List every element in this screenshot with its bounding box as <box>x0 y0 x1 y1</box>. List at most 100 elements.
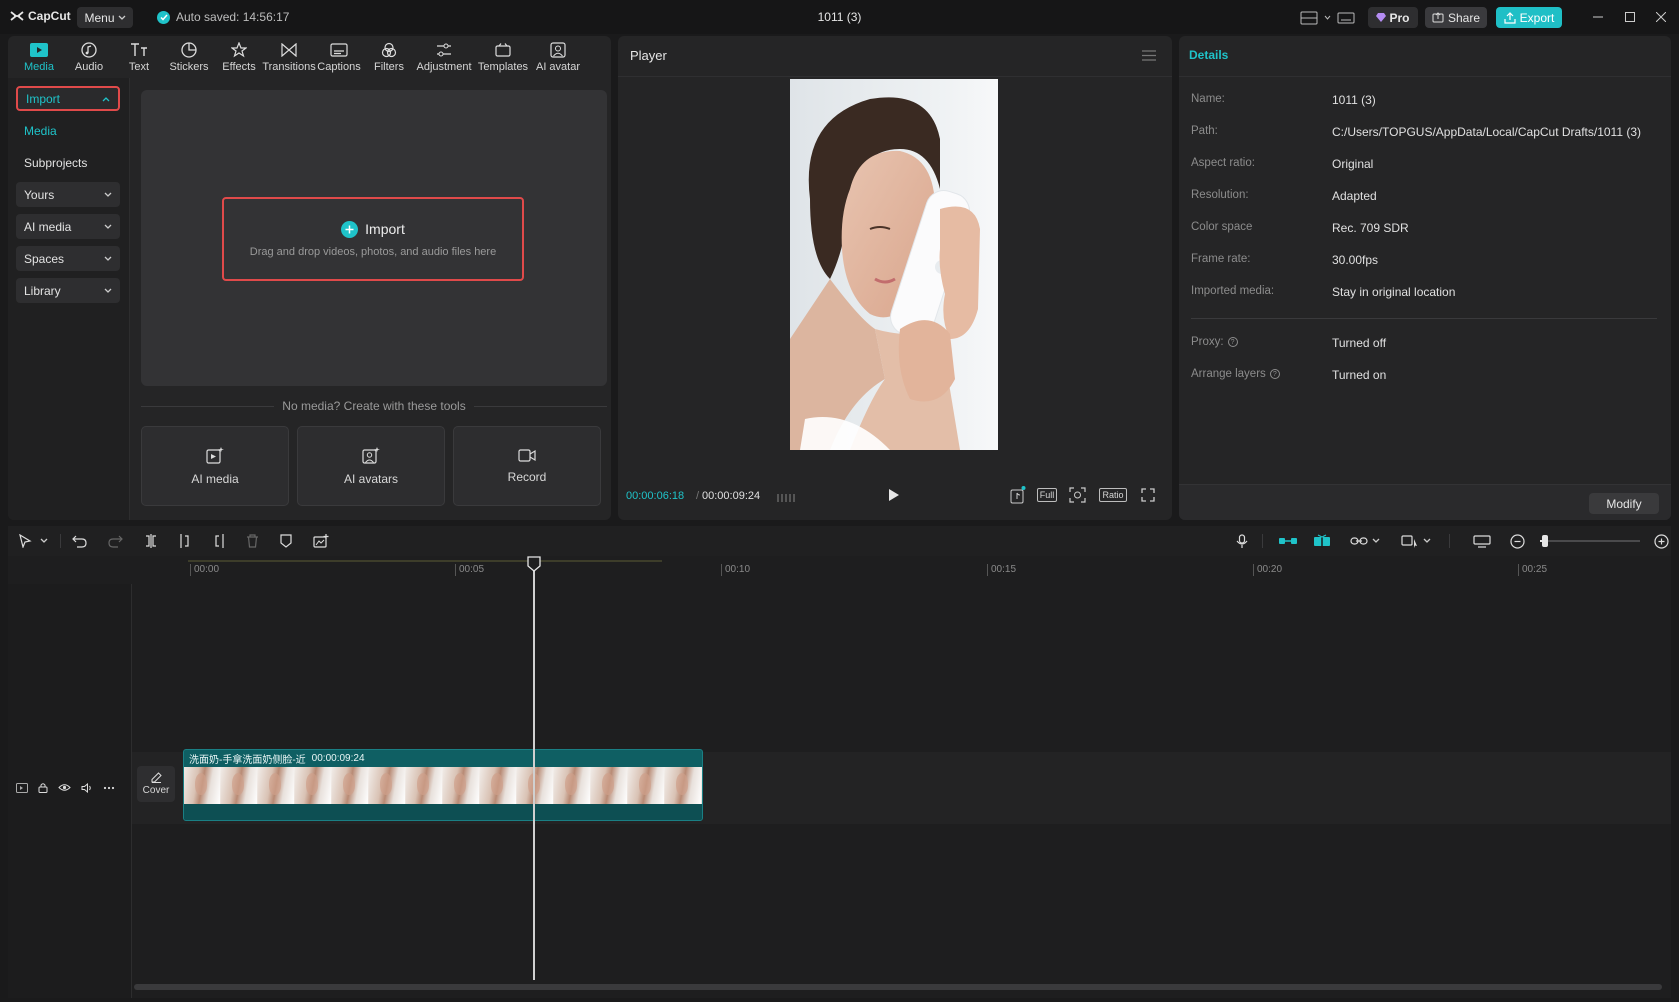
tab-adjustment[interactable]: Adjustment <box>414 36 474 78</box>
tab-templates[interactable]: Templates <box>474 36 532 78</box>
sidebar-item-media[interactable]: Media <box>16 118 120 143</box>
split-right-button[interactable] <box>212 533 226 549</box>
ai-avatars-card[interactable]: AI avatars <box>297 426 445 506</box>
volume-icon[interactable] <box>81 782 93 793</box>
playhead[interactable] <box>533 560 535 980</box>
layout-icon[interactable] <box>1300 11 1318 25</box>
layout-controls[interactable] <box>1300 7 1355 28</box>
split-left-button[interactable] <box>178 533 192 549</box>
details-title: Details <box>1189 48 1229 62</box>
tab-ai-avatar[interactable]: AI avatar <box>532 36 584 78</box>
share-icon <box>1432 12 1444 23</box>
play-icon <box>889 489 899 501</box>
modify-button[interactable]: Modify <box>1589 493 1659 514</box>
chevron-down-icon <box>118 15 125 20</box>
timeline-scrollbar[interactable] <box>134 984 1662 990</box>
preview-axis-button[interactable] <box>1401 533 1431 549</box>
clip-thumbnail <box>221 767 258 805</box>
check-icon <box>157 10 170 24</box>
main-track-magnet-button[interactable] <box>1278 533 1298 549</box>
tab-captions[interactable]: Captions <box>314 36 364 78</box>
playhead-handle[interactable] <box>527 556 541 572</box>
more-icon[interactable] <box>103 786 115 790</box>
sidebar-item-label: Media <box>24 123 57 138</box>
tab-transitions[interactable]: Transitions <box>262 36 316 78</box>
eye-icon[interactable] <box>58 783 71 792</box>
import-drop-zone[interactable]: Import Drag and drop videos, photos, and… <box>141 90 607 386</box>
ratio-button[interactable]: Ratio <box>1098 486 1128 504</box>
video-clip[interactable]: 洗面奶-手拿洗面奶侧脸-近 00:00:09:24 <box>183 749 703 821</box>
chevron-up-icon <box>102 96 110 101</box>
tab-label: Transitions <box>262 61 316 73</box>
tab-filters[interactable]: Filters <box>364 36 414 78</box>
tab-audio[interactable]: Audio <box>64 36 114 78</box>
clip-thumbnail <box>184 767 221 805</box>
sidebar-item-spaces[interactable]: Spaces <box>16 246 120 271</box>
detail-label: Resolution: <box>1191 189 1249 201</box>
chevron-down-icon <box>104 288 112 293</box>
import-button[interactable]: Import Drag and drop videos, photos, and… <box>222 197 524 281</box>
zoom-slider[interactable] <box>1540 535 1640 547</box>
record-label: Record <box>507 469 547 484</box>
captions-icon <box>330 42 348 58</box>
ruler-tick: 00:00 <box>190 564 219 576</box>
pro-button[interactable]: Pro <box>1368 7 1418 28</box>
linkage-button[interactable] <box>1350 533 1380 549</box>
keyboard-icon[interactable] <box>1337 11 1355 25</box>
autosave-text: Auto saved: 14:56:17 <box>176 10 290 24</box>
waveform-toggle-icon[interactable] <box>776 492 796 504</box>
detail-value: 1011 (3) <box>1332 93 1376 107</box>
export-button[interactable]: Export <box>1496 7 1562 28</box>
add-media-button[interactable] <box>313 533 329 549</box>
maximize-button[interactable] <box>1621 8 1639 26</box>
undo-button[interactable] <box>72 533 87 549</box>
marker-button[interactable] <box>280 533 292 549</box>
detail-label: Path: <box>1191 125 1218 137</box>
cover-button[interactable]: Cover <box>137 766 175 802</box>
help-icon[interactable]: ? <box>1227 337 1238 347</box>
tab-effects[interactable]: Effects <box>214 36 264 78</box>
time-ruler[interactable]: 00:00 00:05 00:10 00:15 00:20 00:25 <box>132 556 1671 584</box>
share-label: Share <box>1447 10 1481 25</box>
clip-thumbnail <box>665 767 702 805</box>
import-button-label: Import <box>365 221 405 237</box>
chevron-down-icon[interactable] <box>1324 15 1331 20</box>
delete-button[interactable] <box>246 533 259 549</box>
sidebar-item-yours[interactable]: Yours <box>16 182 120 207</box>
tab-media[interactable]: Media <box>14 36 64 78</box>
fullscreen-button[interactable] <box>1140 486 1156 504</box>
menu-button[interactable]: Menu <box>77 7 133 28</box>
tab-stickers[interactable]: Stickers <box>164 36 214 78</box>
sidebar-item-label: Library <box>24 283 61 298</box>
sidebar-item-import[interactable]: Import <box>16 86 120 111</box>
video-preview[interactable] <box>790 79 998 450</box>
zoom-slider-handle[interactable] <box>1542 535 1548 547</box>
zoom-in-button[interactable] <box>1654 533 1669 549</box>
sidebar-item-subprojects[interactable]: Subprojects <box>16 150 120 175</box>
preview-frame-image <box>790 79 998 450</box>
tiktok-preview-button[interactable] <box>1010 486 1026 504</box>
tab-text[interactable]: Text <box>114 36 164 78</box>
sidebar-item-library[interactable]: Library <box>16 278 120 303</box>
redo-button[interactable] <box>108 533 123 549</box>
auto-snap-button[interactable] <box>1313 533 1331 549</box>
ai-media-card[interactable]: AI media <box>141 426 289 506</box>
record-audio-button[interactable] <box>1236 533 1248 549</box>
minimize-button[interactable] <box>1589 8 1607 26</box>
snapshot-button[interactable] <box>1068 486 1086 504</box>
split-button[interactable] <box>144 533 158 549</box>
sidebar-item-ai-media[interactable]: AI media <box>16 214 120 239</box>
full-quality-button[interactable]: Full <box>1036 486 1058 504</box>
lock-icon[interactable] <box>38 782 48 793</box>
clip-thumbnail <box>517 767 554 805</box>
track-type-icon[interactable] <box>16 782 28 793</box>
close-button[interactable] <box>1652 8 1670 26</box>
play-button[interactable] <box>888 488 900 502</box>
help-icon[interactable]: ? <box>1269 369 1280 379</box>
record-card[interactable]: Record <box>453 426 601 506</box>
share-button[interactable]: Share <box>1425 7 1487 28</box>
zoom-out-button[interactable] <box>1510 533 1525 549</box>
select-tool-button[interactable] <box>18 533 48 549</box>
player-menu-button[interactable] <box>1142 50 1156 61</box>
fit-timeline-button[interactable] <box>1473 533 1491 549</box>
